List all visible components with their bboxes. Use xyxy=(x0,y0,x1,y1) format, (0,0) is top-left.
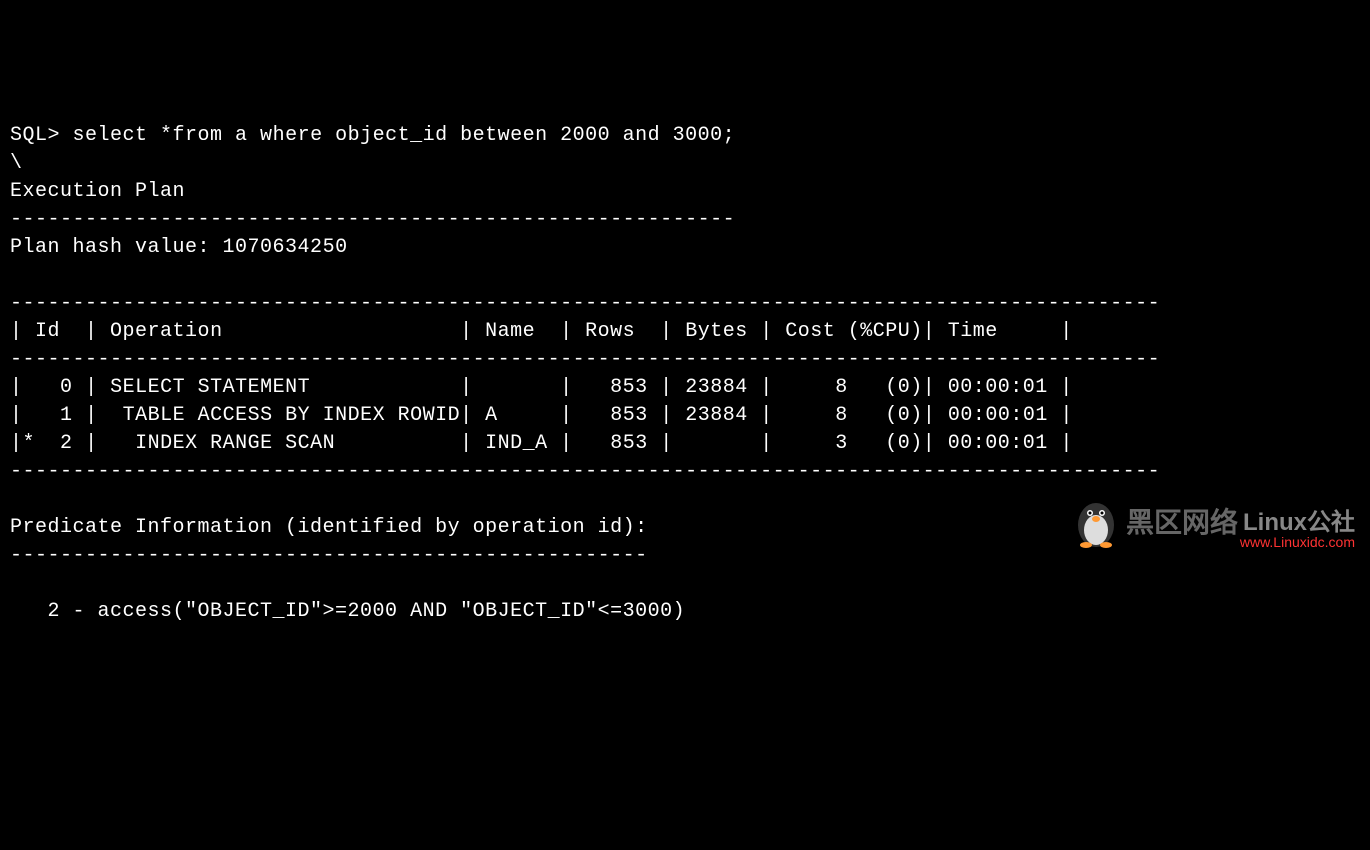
col-id: Id xyxy=(35,320,60,343)
col-bytes: Bytes xyxy=(685,320,748,343)
terminal-output: SQL> select *from a where object_id betw… xyxy=(10,122,1360,626)
table-divider-mid: ----------------------------------------… xyxy=(10,348,1160,371)
watermark-url: www.Linuxidc.com xyxy=(1240,533,1355,553)
plan-hash-label: Plan hash value: xyxy=(10,236,210,259)
table-row: | 1 | TABLE ACCESS BY INDEX ROWID| A | 8… xyxy=(10,404,1073,427)
predicate-header: Predicate Information (identified by ope… xyxy=(10,516,648,539)
continuation-line: \ xyxy=(10,152,23,175)
table-row: |* 2 | INDEX RANGE SCAN | IND_A | 853 | … xyxy=(10,432,1073,455)
watermark-cn-text: 黑区网络 xyxy=(1126,503,1238,542)
sql-prompt[interactable]: SQL> xyxy=(10,124,60,147)
col-cost: Cost (%CPU) xyxy=(785,320,923,343)
execution-plan-header: Execution Plan xyxy=(10,180,185,203)
table-row: | 0 | SELECT STATEMENT | | 853 | 23884 |… xyxy=(10,376,1073,399)
predicate-line: 2 - access("OBJECT_ID">=2000 AND "OBJECT… xyxy=(10,600,685,623)
table-divider-top: ----------------------------------------… xyxy=(10,292,1160,315)
sql-query: select *from a where object_id between 2… xyxy=(73,124,736,147)
col-time: Time xyxy=(948,320,998,343)
col-operation: Operation xyxy=(110,320,223,343)
plan-hash-value: 1070634250 xyxy=(223,236,348,259)
col-name: Name xyxy=(485,320,535,343)
table-header-row: | Id | Operation | Name | Rows | Bytes |… xyxy=(10,320,1073,343)
col-rows: Rows xyxy=(585,320,635,343)
predicate-divider: ----------------------------------------… xyxy=(10,544,648,567)
divider: ----------------------------------------… xyxy=(10,208,735,231)
penguin-icon xyxy=(1071,495,1121,550)
table-divider-bottom: ----------------------------------------… xyxy=(10,460,1160,483)
